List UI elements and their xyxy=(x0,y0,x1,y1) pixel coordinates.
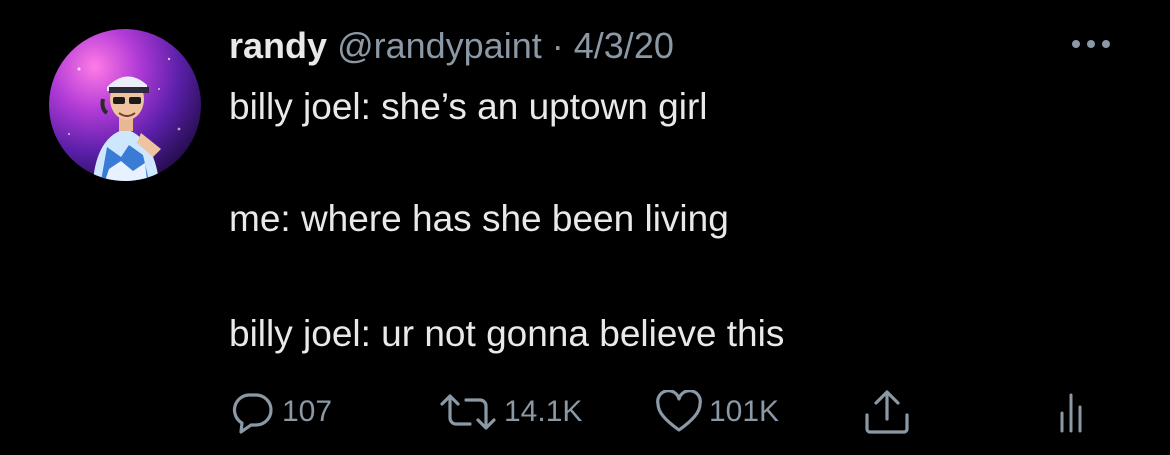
heart-icon xyxy=(656,390,702,432)
retweet-button[interactable]: 14.1K xyxy=(438,390,582,434)
tweet-header: randy @randypaint · 4/3/20 xyxy=(229,26,674,66)
tweet-text-line: billy joel: ur not gonna believe this xyxy=(229,313,785,354)
reply-count: 107 xyxy=(282,395,333,428)
share-button[interactable] xyxy=(862,390,912,434)
reply-button[interactable]: 107 xyxy=(230,390,332,434)
tweet-text-line: me: where has she been living xyxy=(229,198,729,239)
separator-dot: · xyxy=(551,25,564,66)
more-dot xyxy=(1072,40,1080,48)
more-icon[interactable] xyxy=(1072,37,1118,51)
like-button[interactable]: 101K xyxy=(655,390,779,434)
avatar[interactable] xyxy=(49,29,201,181)
analytics-button[interactable] xyxy=(1059,390,1083,434)
retweet-count: 14.1K xyxy=(504,395,583,428)
user-handle[interactable]: @randypaint xyxy=(337,25,542,66)
like-count: 101K xyxy=(709,395,780,428)
reply-icon xyxy=(232,393,273,434)
tweet-text-line: billy joel: she’s an uptown girl xyxy=(229,86,708,127)
more-dot xyxy=(1102,40,1110,48)
tweet-date[interactable]: 4/3/20 xyxy=(574,25,674,66)
avatar-image xyxy=(67,57,181,181)
analytics-icon xyxy=(1060,393,1082,433)
display-name[interactable]: randy xyxy=(229,25,327,66)
more-dot xyxy=(1087,40,1095,48)
share-icon xyxy=(865,390,909,434)
retweet-icon xyxy=(440,394,496,430)
tweet[interactable]: randy @randypaint · 4/3/20 billy joel: s… xyxy=(0,0,1170,455)
